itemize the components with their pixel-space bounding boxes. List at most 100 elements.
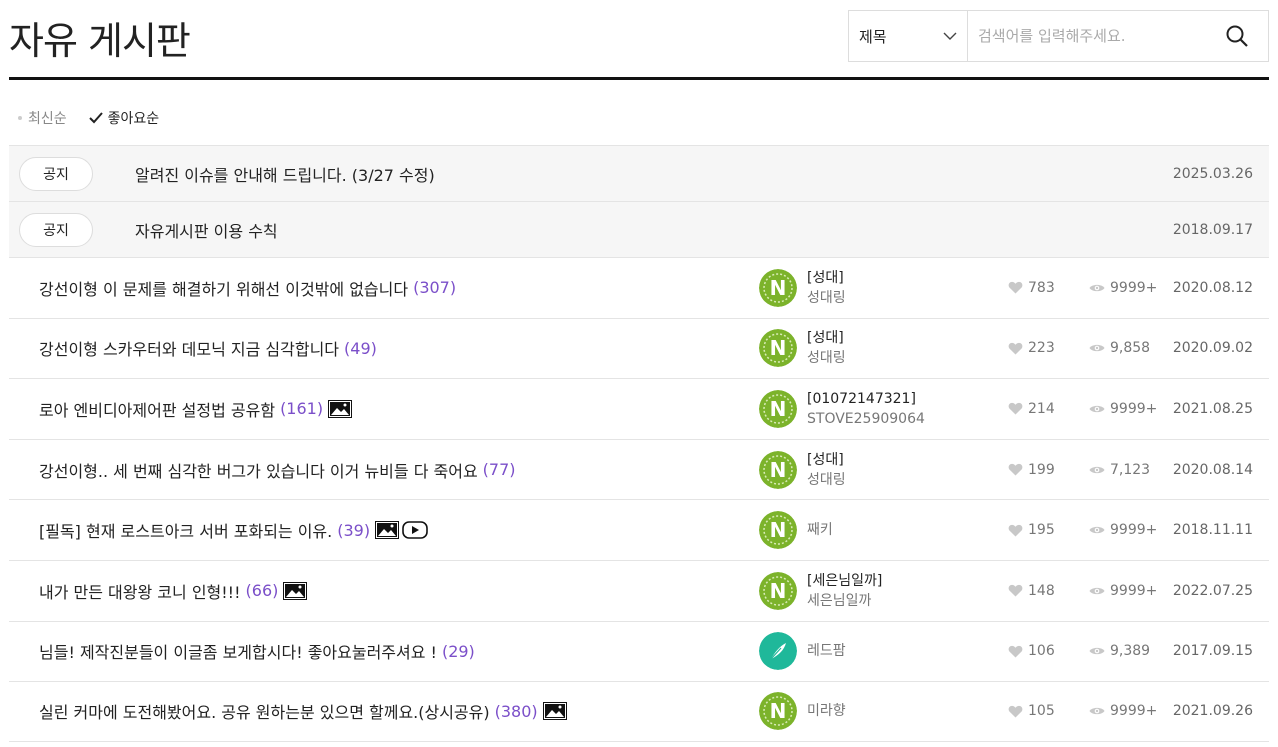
view-value: 9999+ [1110,582,1158,599]
post-title-link[interactable]: 강선이형.. 세 번째 심각한 버그가 있습니다 이거 뉴비들 다 죽어요 (7… [39,458,516,482]
post-title-link[interactable]: 님들! 제작진분들이 이글좀 보게합시다! 좋아요눌러주셔요 ! (29) [39,639,475,663]
post-row: 강선이형 이 문제를 해결하기 위해선 이것밖에 없습니다 (307) [성대]… [9,257,1269,318]
post-title: 강선이형.. 세 번째 심각한 버그가 있습니다 이거 뉴비들 다 죽어요 [39,461,478,481]
notice-row: 공지 자유게시판 이용 수칙 2018.09.17 [9,201,1269,257]
comment-count: (49) [344,338,377,358]
notice-title[interactable]: 알려진 이슈를 안내해 드립니다. (3/27 수정) [135,162,435,186]
avatar[interactable] [759,692,797,730]
author-name: 성대링 [807,289,846,306]
avatar[interactable] [759,632,797,670]
like-count: 106 [1008,643,1055,659]
comment-count: (380) [494,701,538,721]
author-name: STOVE25909064 [807,410,925,427]
image-icon [328,400,352,418]
author[interactable]: 미라향 [807,701,846,721]
avatar[interactable] [759,451,797,489]
post-title: 내가 만든 대왕왕 코니 인형!!! [39,582,241,602]
eye-icon [1089,345,1105,352]
avatar[interactable] [759,329,797,367]
author[interactable]: 째키 [807,520,833,540]
author[interactable]: [성대] 성대링 [807,328,846,368]
heart-icon [1008,282,1023,294]
author-name: 성대링 [807,471,846,488]
view-value: 9,389 [1110,643,1151,660]
like-count: 148 [1008,583,1055,599]
post-row: 로아 엔비디아제어판 설정법 공유함 (161) [01072147321] S… [9,378,1269,439]
post-title-link[interactable]: [필독] 현재 로스트아크 서버 포화되는 이유. (39) [39,518,428,542]
post-title-link[interactable]: 강선이형 이 문제를 해결하기 위해선 이것밖에 없습니다 (307) [39,276,456,300]
comment-count: (66) [245,581,279,601]
post-title: 실린 커마에 도전해봤어요. 공유 원하는분 있으면 할께요.(상시공유) [39,703,490,723]
sort-bar: 최신순 좋아요순 [18,108,159,128]
like-value: 199 [1028,461,1055,478]
search-type-select[interactable]: 제목 [849,11,968,61]
search-type-value: 제목 [859,27,887,46]
like-count: 223 [1008,340,1055,356]
like-value: 105 [1028,703,1055,720]
author-name: 째키 [807,522,833,539]
post-row: 님들! 제작진분들이 이글좀 보게합시다! 좋아요눌러주셔요 ! (29) 레드… [9,620,1269,682]
notice-title[interactable]: 자유게시판 이용 수칙 [135,218,278,242]
post-title: 강선이형 스카우터와 데모닉 지금 심각합니다 [39,340,340,360]
chevron-down-icon [943,32,957,40]
sort-likes-button[interactable]: 좋아요순 [88,108,160,128]
post-date: 2022.07.25 [1172,582,1253,599]
eye-icon [1089,405,1105,413]
avatar[interactable] [759,511,797,549]
image-icon [543,702,567,720]
search-input[interactable] [968,11,1206,61]
post-row: 강선이형.. 세 번째 심각한 버그가 있습니다 이거 뉴비들 다 죽어요 (7… [9,438,1269,500]
view-count: 7,123 [1089,462,1150,478]
author[interactable]: [01072147321] STOVE25909064 [807,389,925,429]
eye-icon [1089,466,1105,473]
notice-row: 공지 알려진 이슈를 안내해 드립니다. (3/27 수정) 2025.03.2… [9,145,1269,201]
eye-icon [1089,587,1105,594]
sort-likes-label: 좋아요순 [107,111,160,127]
post-row: [필독] 현재 로스트아크 서버 포화되는 이유. (39) 째키 195 99… [9,499,1269,560]
like-count: 105 [1008,703,1055,719]
like-value: 783 [1028,279,1055,296]
avatar[interactable] [759,390,797,428]
author-name: 성대링 [807,350,846,367]
post-title-link[interactable]: 강선이형 스카우터와 데모닉 지금 심각합니다 (49) [39,336,377,360]
avatar[interactable] [759,269,797,307]
eye-icon [1089,284,1105,291]
comment-count: (161) [280,399,324,419]
dot-icon [18,116,22,120]
post-title: 님들! 제작진분들이 이글좀 보게합시다! 좋아요눌러주셔요 ! [39,643,437,663]
post-date: 2020.09.02 [1172,340,1253,357]
view-count: 9,858 [1089,340,1150,356]
author[interactable]: [성대] 성대링 [807,450,846,490]
post-title-link[interactable]: 로아 엔비디아제어판 설정법 공유함 (161) [39,397,352,421]
view-count: 9999+ [1089,583,1157,599]
author-nickname: [세은님일까] [807,572,883,589]
search-icon [1226,25,1248,47]
header: 자유 게시판 제목 [9,0,1269,80]
post-row: 내가 만든 대왕왕 코니 인형!!! (66) [세은님일까] 세은님일까 14… [9,559,1269,621]
search-button[interactable] [1206,11,1268,61]
post-date: 2021.09.26 [1172,703,1253,720]
post-date: 2025.03.26 [1172,165,1253,182]
view-count: 9999+ [1089,401,1157,417]
comment-count: (29) [441,641,475,661]
author-nickname: [성대] [807,451,844,468]
notice-badge: 공지 [19,156,93,191]
post-date: 2017.09.15 [1172,643,1253,660]
heart-icon [1008,524,1023,537]
post-title-link[interactable]: 실린 커마에 도전해봤어요. 공유 원하는분 있으면 할께요.(상시공유) (3… [39,699,567,723]
post-date: 2021.08.25 [1172,400,1253,417]
avatar[interactable] [759,572,797,610]
like-count: 195 [1008,522,1055,538]
like-count: 783 [1008,280,1055,296]
post-title-link[interactable]: 내가 만든 대왕왕 코니 인형!!! (66) [39,579,307,603]
view-count: 9,389 [1089,643,1150,659]
post-title: [필독] 현재 로스트아크 서버 포화되는 이유. [39,522,333,542]
author-nickname: [성대] [807,330,844,347]
author[interactable]: 레드팜 [807,641,846,661]
author[interactable]: [세은님일까] 세은님일까 [807,571,882,611]
post-title: 로아 엔비디아제어판 설정법 공유함 [39,400,276,420]
author[interactable]: [성대] 성대링 [807,268,846,308]
heart-icon [1008,463,1023,476]
sort-latest-button[interactable]: 최신순 [18,108,67,128]
view-count: 9999+ [1089,703,1157,719]
